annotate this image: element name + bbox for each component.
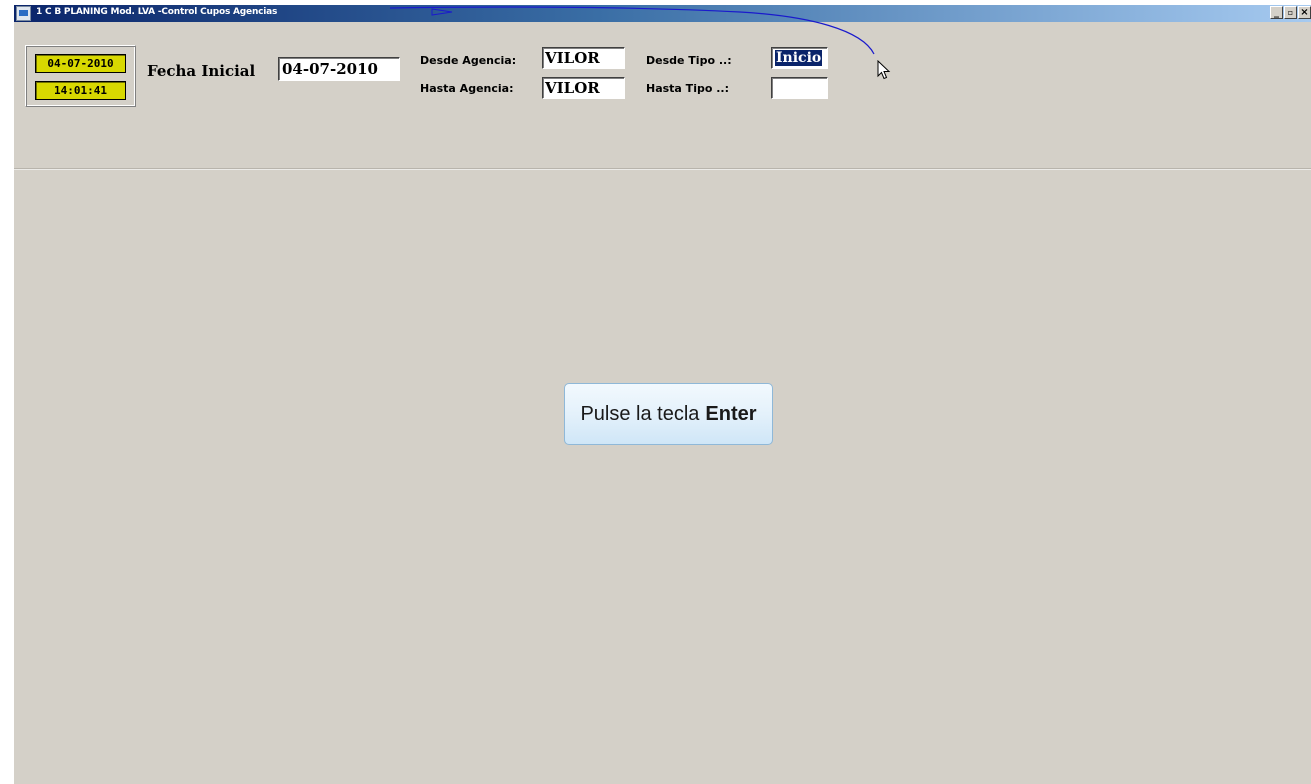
app-icon[interactable] <box>16 6 31 21</box>
hint-key: Enter <box>705 402 757 425</box>
section-divider <box>14 168 1311 170</box>
desde-agencia-input[interactable]: VILOR <box>542 47 625 69</box>
hasta-tipo-input[interactable] <box>771 77 828 99</box>
minimize-button[interactable]: _ <box>1270 6 1283 19</box>
clock-date: 04-07-2010 <box>35 54 126 73</box>
desde-tipo-selected-text: Inicio <box>775 50 823 66</box>
title-bar[interactable]: 1 C B PLANING Mod. LVA -Control Cupos Ag… <box>14 5 1311 22</box>
close-button[interactable]: × <box>1298 6 1311 19</box>
restore-button[interactable]: ▫ <box>1284 6 1297 19</box>
desde-tipo-label: Desde Tipo ..: <box>646 54 732 67</box>
fecha-inicial-label: Fecha Inicial <box>147 62 256 80</box>
app-window: 1 C B PLANING Mod. LVA -Control Cupos Ag… <box>14 5 1311 784</box>
clock-time: 14:01:41 <box>35 81 126 100</box>
hint-prefix: Pulse la tecla <box>580 402 700 425</box>
clock-panel: 04-07-2010 14:01:41 <box>25 45 136 107</box>
window-title: 1 C B PLANING Mod. LVA -Control Cupos Ag… <box>36 7 278 17</box>
desde-agencia-label: Desde Agencia: <box>420 54 517 67</box>
fecha-inicial-input[interactable]: 04-07-2010 <box>278 57 400 81</box>
enter-hint-toast: Pulse la tecla Enter <box>564 383 773 445</box>
window-controls: _ ▫ × <box>1270 6 1311 21</box>
hasta-agencia-input[interactable]: VILOR <box>542 77 625 99</box>
hasta-tipo-label: Hasta Tipo ..: <box>646 82 729 95</box>
desde-tipo-input[interactable]: Inicio <box>771 47 828 69</box>
mouse-pointer-icon <box>877 60 891 80</box>
hasta-agencia-label: Hasta Agencia: <box>420 82 514 95</box>
